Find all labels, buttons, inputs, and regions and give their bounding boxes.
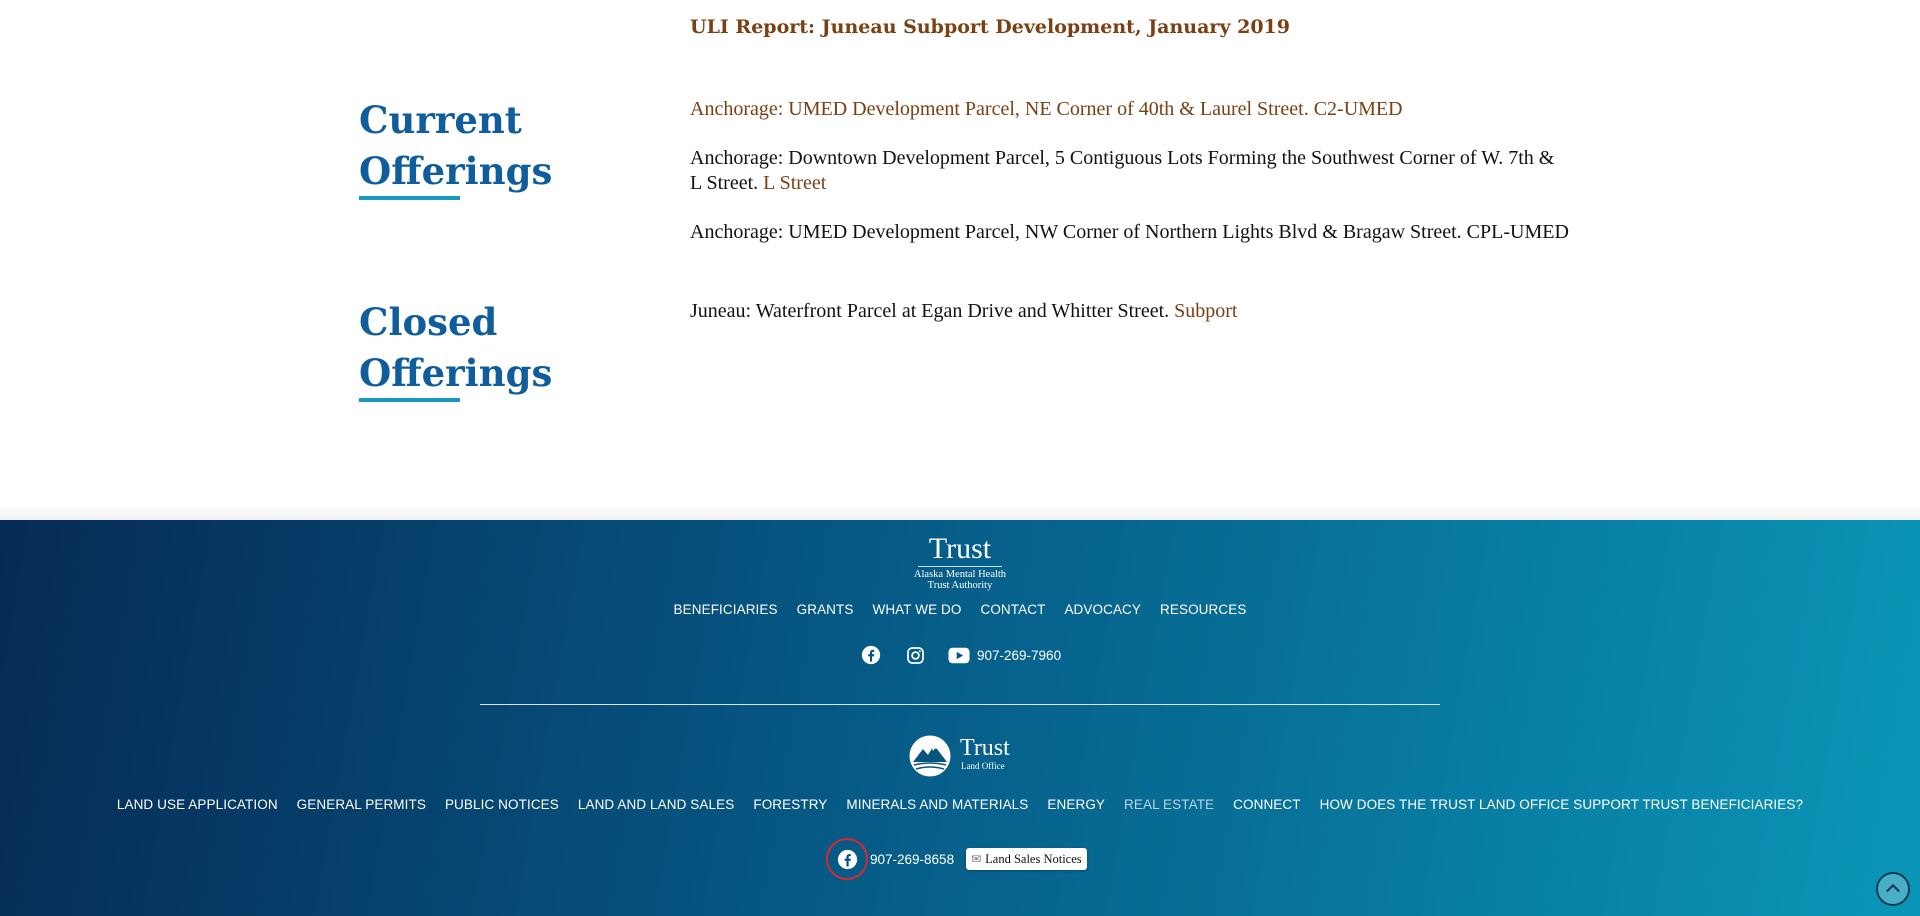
mountain-icon [909, 735, 951, 777]
trust-footer-nav: BENEFICIARIES GRANTS WHAT WE DO CONTACT … [0, 602, 1920, 617]
nav-land-use-application[interactable]: LAND USE APPLICATION [117, 797, 278, 812]
nav-minerals-and-materials[interactable]: MINERALS AND MATERIALS [846, 797, 1028, 812]
offering-text: Juneau: Waterfront Parcel at Egan Drive … [690, 300, 1175, 322]
envelope-icon: ✉ [971, 852, 982, 866]
land-office-contact: 907-269-8658 ✉ Land Sales Notices [826, 838, 1087, 880]
instagram-icon[interactable] [904, 644, 926, 666]
current-offerings-heading: Current Offerings [359, 95, 619, 197]
l-street-link[interactable]: L Street [763, 172, 826, 194]
logo-subtitle: Alaska Mental Health [913, 569, 1007, 580]
youtube-icon[interactable] [948, 644, 970, 666]
land-office-nav: LAND USE APPLICATION GENERAL PERMITS PUB… [0, 797, 1920, 812]
subport-link[interactable]: Subport [1174, 300, 1237, 322]
scroll-top-icon[interactable] [1876, 872, 1910, 906]
nav-public-notices[interactable]: PUBLIC NOTICES [445, 797, 559, 812]
heading-line: Closed [359, 300, 498, 344]
offering-item: Anchorage: Downtown Development Parcel, … [690, 146, 1570, 196]
land-office-wordmark: Trust Land Office [960, 736, 1010, 772]
nav-general-permits[interactable]: GENERAL PERMITS [297, 797, 426, 812]
offering-text: Anchorage: UMED Development Parcel, NW C… [690, 221, 1569, 243]
nav-advocacy[interactable]: ADVOCACY [1064, 602, 1141, 617]
nav-grants[interactable]: GRANTS [797, 602, 854, 617]
trust-social-links: 907-269-7960 [860, 644, 1061, 666]
logo-rule [918, 566, 1002, 567]
nav-connect[interactable]: CONNECT [1233, 797, 1300, 812]
nav-contact[interactable]: CONTACT [980, 602, 1045, 617]
logo-wordmark: Trust [960, 735, 1010, 761]
site-footer: Trust Alaska Mental Health Trust Authori… [0, 520, 1920, 916]
nav-trust-beneficiaries-support[interactable]: HOW DOES THE TRUST LAND OFFICE SUPPORT T… [1320, 797, 1804, 812]
trust-phone-link[interactable]: 907-269-7960 [977, 648, 1061, 663]
closed-offerings-heading: Closed Offerings [359, 297, 619, 399]
footer-shadow [0, 505, 1920, 520]
logo-wordmark: Trust [928, 532, 992, 565]
logo-subtitle: Trust Authority [927, 580, 993, 591]
offering-item: Anchorage: UMED Development Parcel, NW C… [690, 220, 1570, 245]
heading-line: Current [359, 98, 522, 142]
main-content: ULI Report: Juneau Subport Development, … [0, 0, 1920, 520]
logo-subtitle: Land Office [961, 761, 1005, 771]
heading-line: Offerings [359, 149, 553, 193]
land-office-phone-link[interactable]: 907-269-8658 [870, 852, 954, 867]
heading-underline [359, 196, 460, 200]
offering-item: Anchorage: UMED Development Parcel, NE C… [690, 97, 1570, 122]
land-office-logo[interactable]: Trust Land Office [908, 734, 1012, 778]
heading-line: Offerings [359, 351, 553, 395]
nav-resources[interactable]: RESOURCES [1160, 602, 1246, 617]
umed-c2-link[interactable]: Anchorage: UMED Development Parcel, NE C… [690, 98, 1403, 120]
heading-underline [359, 398, 460, 402]
facebook-icon[interactable] [826, 838, 868, 880]
footer-divider [480, 704, 1440, 705]
nav-energy[interactable]: ENERGY [1047, 797, 1105, 812]
nav-what-we-do[interactable]: WHAT WE DO [872, 602, 961, 617]
button-label: Land Sales Notices [985, 851, 1082, 866]
uli-report-link[interactable]: ULI Report: Juneau Subport Development, … [690, 16, 1290, 38]
facebook-icon[interactable] [860, 644, 882, 666]
land-sales-notices-button[interactable]: ✉ Land Sales Notices [966, 848, 1087, 870]
nav-real-estate[interactable]: REAL ESTATE [1124, 797, 1214, 812]
nav-land-and-land-sales[interactable]: LAND AND LAND SALES [578, 797, 734, 812]
offering-item: Juneau: Waterfront Parcel at Egan Drive … [690, 299, 1570, 324]
trust-authority-logo[interactable]: Trust Alaska Mental Health Trust Authori… [900, 532, 1020, 592]
nav-forestry[interactable]: FORESTRY [753, 797, 827, 812]
nav-beneficiaries[interactable]: BENEFICIARIES [674, 602, 778, 617]
